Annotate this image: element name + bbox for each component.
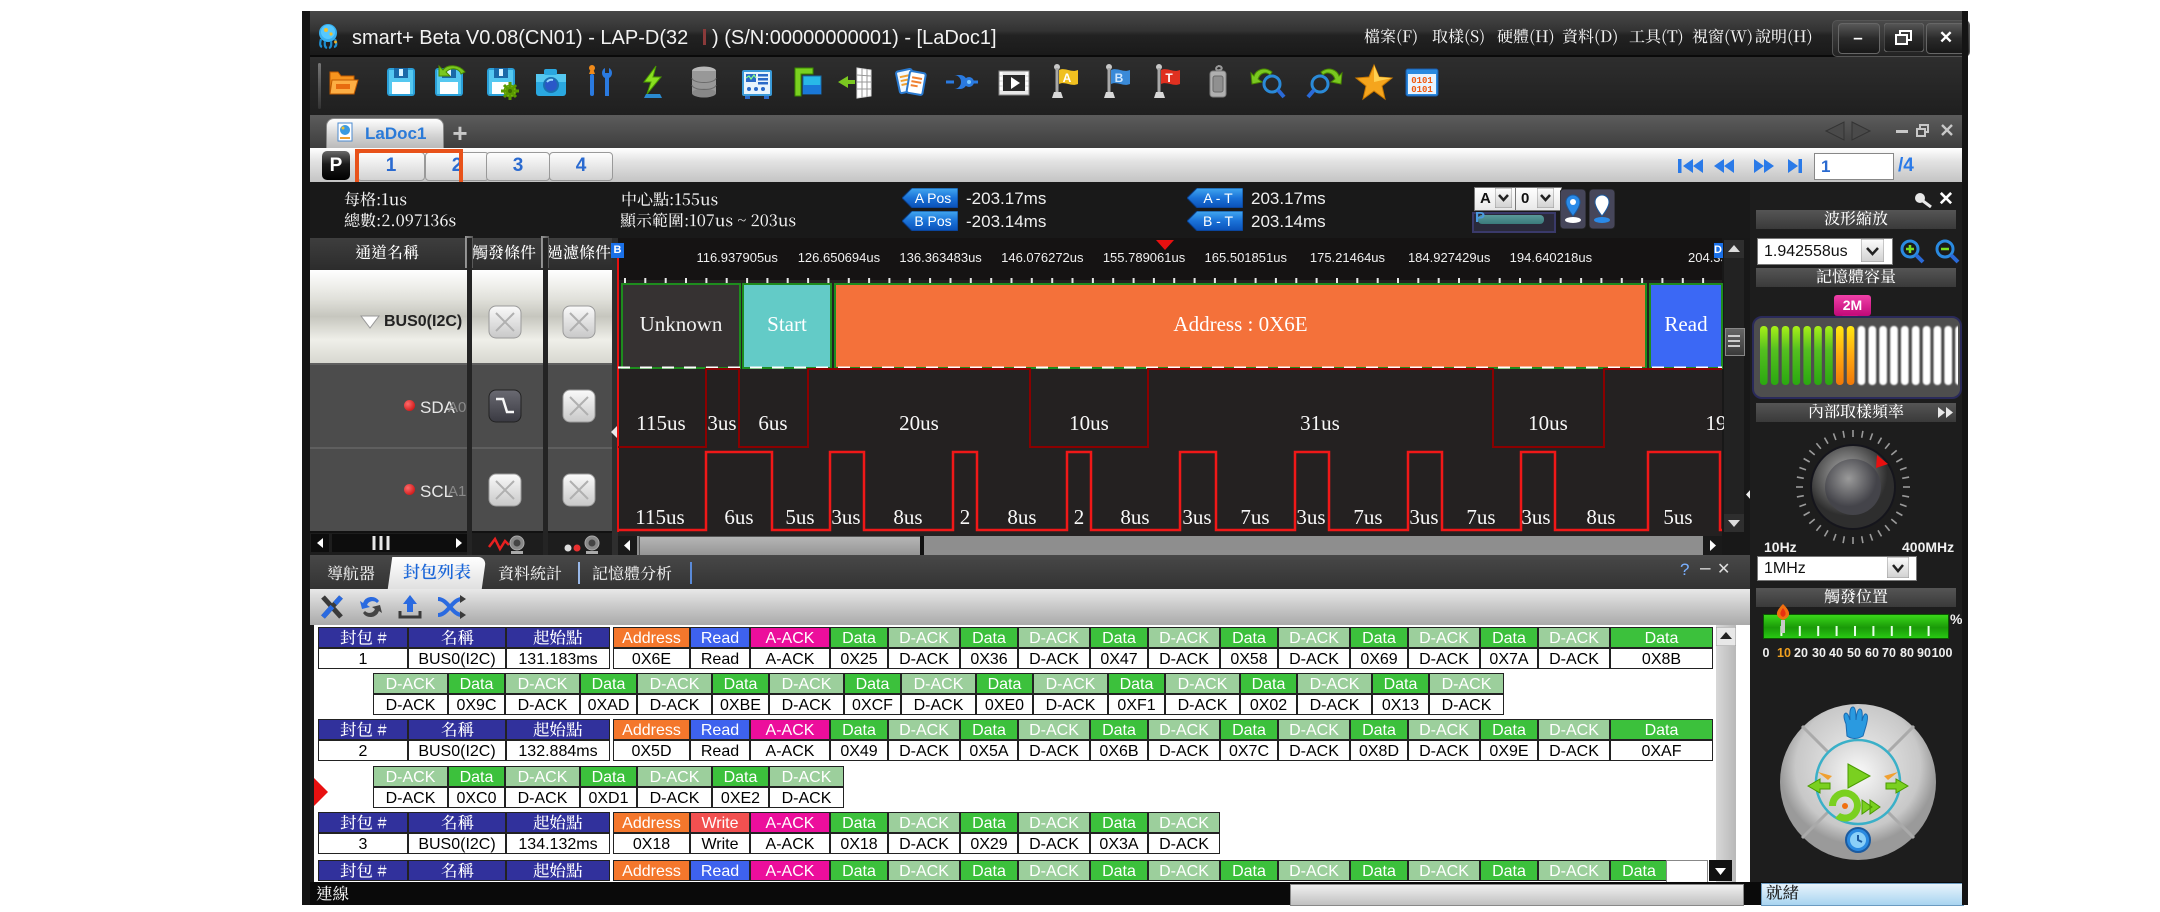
svg-text:B - T: B - T — [1203, 213, 1234, 229]
svg-text:A - T: A - T — [1203, 190, 1233, 206]
svg-text:A Pos: A Pos — [915, 190, 952, 206]
svg-text:T: T — [1165, 71, 1173, 85]
svg-text:0101: 0101 — [1411, 85, 1433, 95]
svg-text:B: B — [1115, 71, 1124, 85]
svg-text:B Pos: B Pos — [914, 213, 951, 229]
svg-text:A: A — [1063, 71, 1072, 85]
